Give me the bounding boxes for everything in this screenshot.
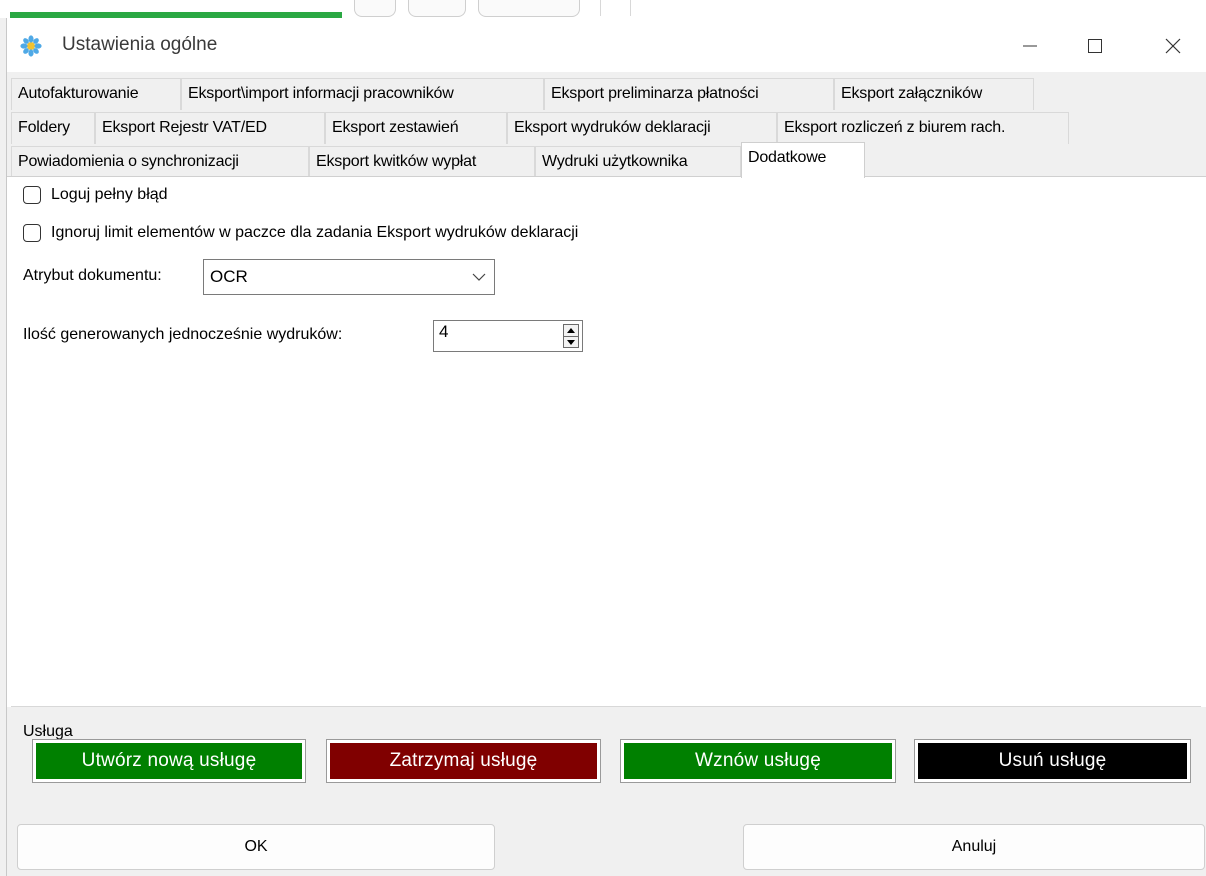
chevron-down-icon [472,273,486,281]
tab-eksport-rejestr-vat[interactable]: Eksport Rejestr VAT/ED [95,112,325,144]
tab-eksport-preliminarza[interactable]: Eksport preliminarza płatności [544,78,834,110]
title-bar[interactable]: Ustawienia ogólne [7,18,1206,72]
ignore-limit-label: Ignoruj limit elementów w paczce dla zad… [51,224,579,241]
spin-down-button[interactable] [564,336,578,348]
tab-eksport-zalacznikow[interactable]: Eksport załączników [834,78,1034,110]
maximize-icon [1088,39,1102,53]
close-icon [1165,38,1181,54]
tab-eksport-import-pracownikow[interactable]: Eksport\import informacji pracowników [181,78,544,110]
background-tab [354,0,396,17]
concurrent-prints-label: Ilość generowanych jednocześnie wydruków… [23,326,343,343]
tab-dodatkowe[interactable]: Dodatkowe [741,142,865,178]
stop-service-button[interactable]: Zatrzymaj usługę [326,739,601,783]
resume-service-button[interactable]: Wznów usługę [620,739,896,783]
maximize-button[interactable] [1072,26,1118,66]
tab-wydruki-uzytkownika[interactable]: Wydruki użytkownika [535,146,741,178]
background-app-strip [0,0,1206,18]
doc-attribute-value: OCR [210,267,248,286]
cancel-button[interactable]: Anuluj [743,824,1205,870]
doc-attribute-label: Atrybut dokumentu: [23,267,162,284]
tab-powiadomienia[interactable]: Powiadomienia o synchronizacji [11,146,309,178]
settings-dialog: Ustawienia ogólne Autofakturowanie Ekspo… [6,18,1206,876]
window-title: Ustawienia ogólne [62,34,218,55]
background-tab [478,0,580,17]
ignore-limit-row[interactable]: Ignoruj limit elementów w paczce dla zad… [23,224,578,242]
log-full-error-checkbox[interactable] [23,186,41,204]
tab-eksport-wydrukow-deklaracji[interactable]: Eksport wydruków deklaracji [507,112,777,144]
ok-button[interactable]: OK [17,824,495,870]
spin-up-button[interactable] [564,325,578,336]
log-full-error-label: Loguj pełny błąd [51,186,168,203]
tab-eksport-rozliczen[interactable]: Eksport rozliczeń z biurem rach. [777,112,1069,144]
create-service-button[interactable]: Utwórz nową usługę [32,739,306,783]
close-button[interactable] [1150,26,1196,66]
minimize-icon [1023,45,1037,47]
minimize-button[interactable] [1007,26,1053,66]
arrow-down-icon [567,340,575,345]
tab-eksport-zestawien[interactable]: Eksport zestawień [325,112,507,144]
flower-icon [20,35,42,57]
doc-attribute-select[interactable]: OCR [203,259,495,295]
ignore-limit-checkbox[interactable] [23,224,41,242]
background-tab [408,0,466,17]
delete-service-button[interactable]: Usuń usługę [914,739,1191,783]
arrow-up-icon [567,328,575,333]
tab-eksport-kwitkow[interactable]: Eksport kwitków wypłat [309,146,535,178]
tab-panel-dodatkowe [7,176,1206,707]
tab-foldery[interactable]: Foldery [11,112,95,144]
concurrent-prints-value: 4 [439,322,449,341]
spin-buttons[interactable] [563,324,579,348]
concurrent-prints-spinner[interactable]: 4 [433,320,583,352]
background-separator [630,0,631,16]
tab-autofakturowanie[interactable]: Autofakturowanie [11,78,181,110]
background-separator [600,0,601,16]
log-full-error-row[interactable]: Loguj pełny błąd [23,186,168,204]
service-group-title: Usługa [23,723,73,740]
